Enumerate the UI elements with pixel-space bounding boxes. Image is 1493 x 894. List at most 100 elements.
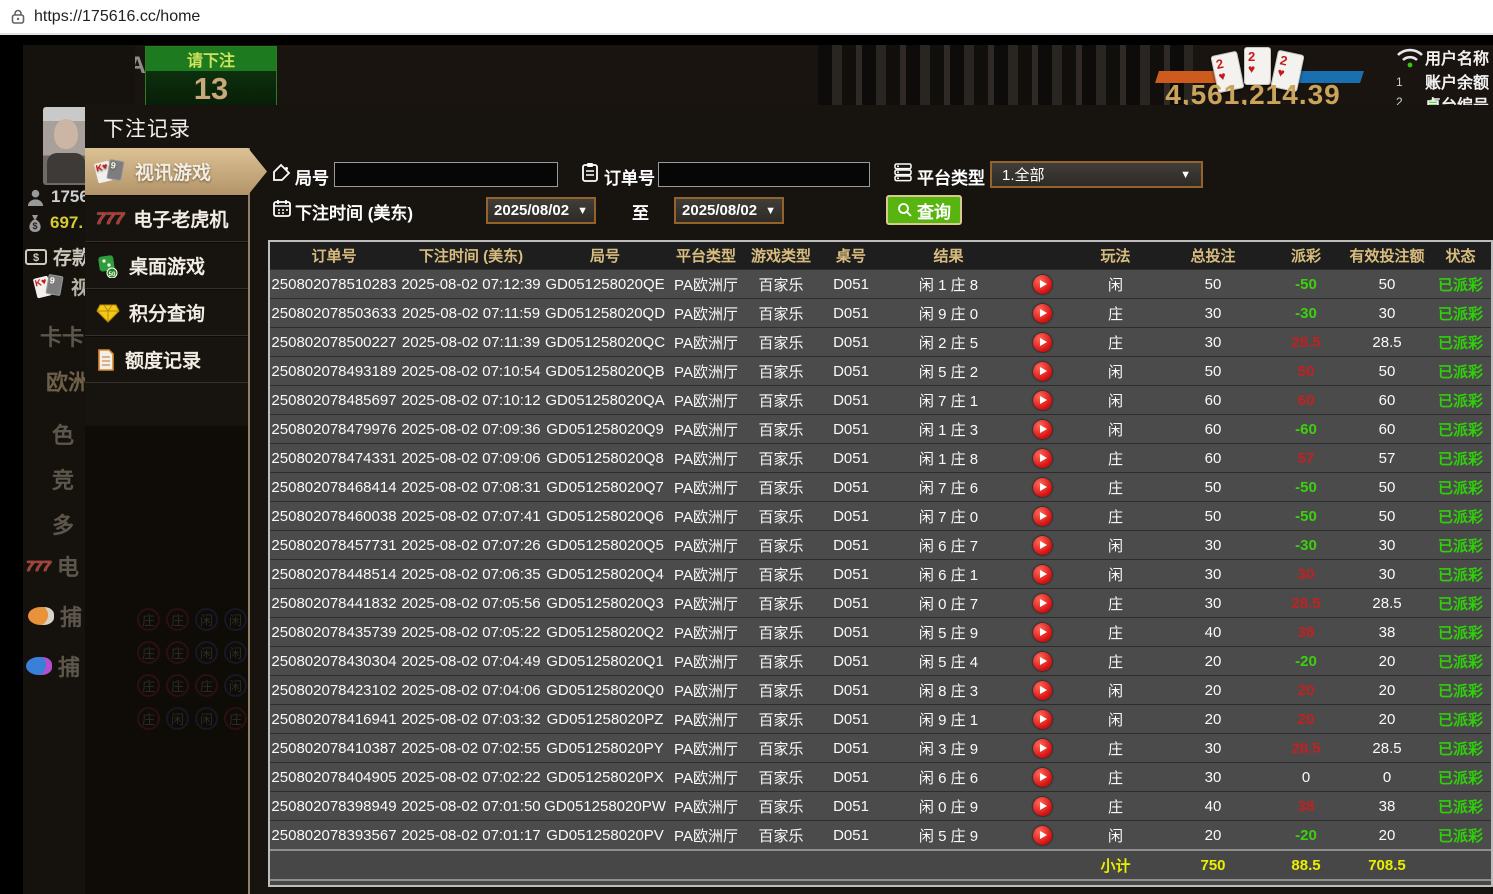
cell-total_bet: 30 <box>1158 299 1268 327</box>
to-label: 至 <box>632 199 649 224</box>
tab-live-games[interactable]: K♥9 视讯游戏 <box>85 148 267 195</box>
clipboard-icon <box>580 162 600 182</box>
replay-button[interactable] <box>1033 304 1052 323</box>
play-icon <box>1040 425 1047 433</box>
cell-game: 百家乐 <box>746 415 816 443</box>
date-to-select[interactable]: 2025/08/02 ▼ <box>674 197 784 224</box>
sidebar-item-europe[interactable]: 欧洲 <box>46 365 90 397</box>
replay-button[interactable] <box>1033 507 1052 526</box>
replay-button[interactable] <box>1033 739 1052 758</box>
document-icon <box>96 349 116 371</box>
cell-status: 已派彩 <box>1430 763 1491 791</box>
sidebar-item-slots[interactable]: 777 电 <box>26 550 79 582</box>
cell-order: 250802078441832 <box>270 589 398 617</box>
tab-table-games[interactable]: 50 桌面游戏 <box>85 242 248 289</box>
cell-payout: 50 <box>1268 357 1344 385</box>
table-row: 2508020785002272025-08-02 07:11:39GD0512… <box>270 327 1491 356</box>
cell-result: 闲 9 庄 0 <box>886 299 1011 327</box>
moneybag-icon: $ <box>26 213 44 233</box>
cell-bet_type: 闲 <box>1073 560 1158 588</box>
order-no-input[interactable] <box>658 162 870 187</box>
cell-game: 百家乐 <box>746 299 816 327</box>
col-header-round: 局号 <box>544 242 666 269</box>
sidebar-item-duo[interactable]: 多 <box>52 508 74 540</box>
replay-button[interactable] <box>1033 710 1052 729</box>
replay-button[interactable] <box>1033 362 1052 381</box>
roadmap-bead: 庄 <box>137 674 160 697</box>
replay-button[interactable] <box>1033 826 1052 845</box>
replay-button[interactable] <box>1033 391 1052 410</box>
col-header-game: 游戏类型 <box>746 242 816 269</box>
cell-total_bet: 50 <box>1158 357 1268 385</box>
replay-button[interactable] <box>1033 420 1052 439</box>
cell-bet_type: 闲 <box>1073 386 1158 414</box>
replay-button[interactable] <box>1033 768 1052 787</box>
cell-payout: 28.5 <box>1268 328 1344 356</box>
chevron-down-icon: ▼ <box>1180 169 1191 181</box>
table-row: 2508020784357392025-08-02 07:05:22GD0512… <box>270 617 1491 646</box>
cell-play <box>1011 705 1073 733</box>
replay-button[interactable] <box>1033 594 1052 613</box>
sidebar-item-deposit[interactable]: $ 存款 <box>25 243 91 270</box>
tab-points-query[interactable]: 积分查询 <box>85 289 248 336</box>
url-text[interactable]: https://175616.cc/home <box>34 8 200 26</box>
cell-order: 250802078460038 <box>270 502 398 530</box>
replay-button[interactable] <box>1033 681 1052 700</box>
cell-table_no <box>816 851 886 879</box>
cell-total_bet: 20 <box>1158 676 1268 704</box>
cell-status: 已派彩 <box>1430 444 1491 472</box>
cell-time: 2025-08-02 07:07:26 <box>398 531 544 559</box>
cell-valid_bet: 38 <box>1344 792 1430 820</box>
cell-valid_bet: 708.5 <box>1344 851 1430 879</box>
cell-status: 已派彩 <box>1430 386 1491 414</box>
cell-game: 百家乐 <box>746 531 816 559</box>
table-row: 2508020784743312025-08-02 07:09:06GD0512… <box>270 443 1491 472</box>
replay-button[interactable] <box>1033 623 1052 642</box>
svg-text:$: $ <box>32 221 37 231</box>
round-no-input[interactable] <box>334 162 558 187</box>
cell-round: GD051258020Q9 <box>544 415 666 443</box>
cell-status: 已派彩 <box>1430 502 1491 530</box>
sidebar-item-se[interactable]: 色 <box>52 418 74 450</box>
cell-game: 百家乐 <box>746 560 816 588</box>
browser-address-bar[interactable]: https://175616.cc/home <box>0 0 1493 35</box>
replay-button[interactable] <box>1033 449 1052 468</box>
sidebar-item-fishing-2[interactable]: 捕 <box>26 650 80 682</box>
replay-button[interactable] <box>1033 652 1052 671</box>
tab-slots[interactable]: 777 电子老虎机 <box>85 195 248 242</box>
cell-order: 250802078448514 <box>270 560 398 588</box>
cell-bet_type: 闲 <box>1073 676 1158 704</box>
sidebar-item-kaka[interactable]: 卡卡 <box>40 320 84 352</box>
cell-table_no: D051 <box>816 676 886 704</box>
replay-button[interactable] <box>1033 565 1052 584</box>
cell-status: 已派彩 <box>1430 560 1491 588</box>
cell-order: 250802078485697 <box>270 386 398 414</box>
sidebar-item-live[interactable]: K♥9 视 <box>35 273 90 300</box>
cell-table_no: D051 <box>816 328 886 356</box>
platform-type-select[interactable]: 1.全部 ▼ <box>990 161 1203 188</box>
cell-table_no: D051 <box>816 705 886 733</box>
cell-result: 闲 7 庄 1 <box>886 386 1011 414</box>
search-button[interactable]: 查询 <box>886 195 962 225</box>
cell-table_no: D051 <box>816 821 886 849</box>
cell-time: 2025-08-02 07:07:41 <box>398 502 544 530</box>
replay-button[interactable] <box>1033 536 1052 555</box>
cell-status: 已派彩 <box>1430 299 1491 327</box>
replay-button[interactable] <box>1033 478 1052 497</box>
cell-platform: PA欧洲厅 <box>666 415 746 443</box>
modal-content: 局号 订单号 平台类型 1.全部 ▼ <box>268 105 1493 894</box>
replay-button[interactable] <box>1033 275 1052 294</box>
cell-result: 闲 6 庄 1 <box>886 560 1011 588</box>
sidebar-item-jing[interactable]: 竞 <box>52 463 74 495</box>
cell-time: 2025-08-02 07:02:22 <box>398 763 544 791</box>
cell-order: 250802078474331 <box>270 444 398 472</box>
replay-button[interactable] <box>1033 797 1052 816</box>
cell-time: 2025-08-02 07:10:54 <box>398 357 544 385</box>
replay-button[interactable] <box>1033 333 1052 352</box>
date-from-select[interactable]: 2025/08/02 ▼ <box>486 197 596 224</box>
cell-total_bet: 30 <box>1158 560 1268 588</box>
fish-icon <box>28 607 54 625</box>
tab-quota-records[interactable]: 额度记录 <box>85 336 248 383</box>
sidebar-item-fishing-1[interactable]: 捕 <box>28 600 82 632</box>
cell-table_no: D051 <box>816 386 886 414</box>
